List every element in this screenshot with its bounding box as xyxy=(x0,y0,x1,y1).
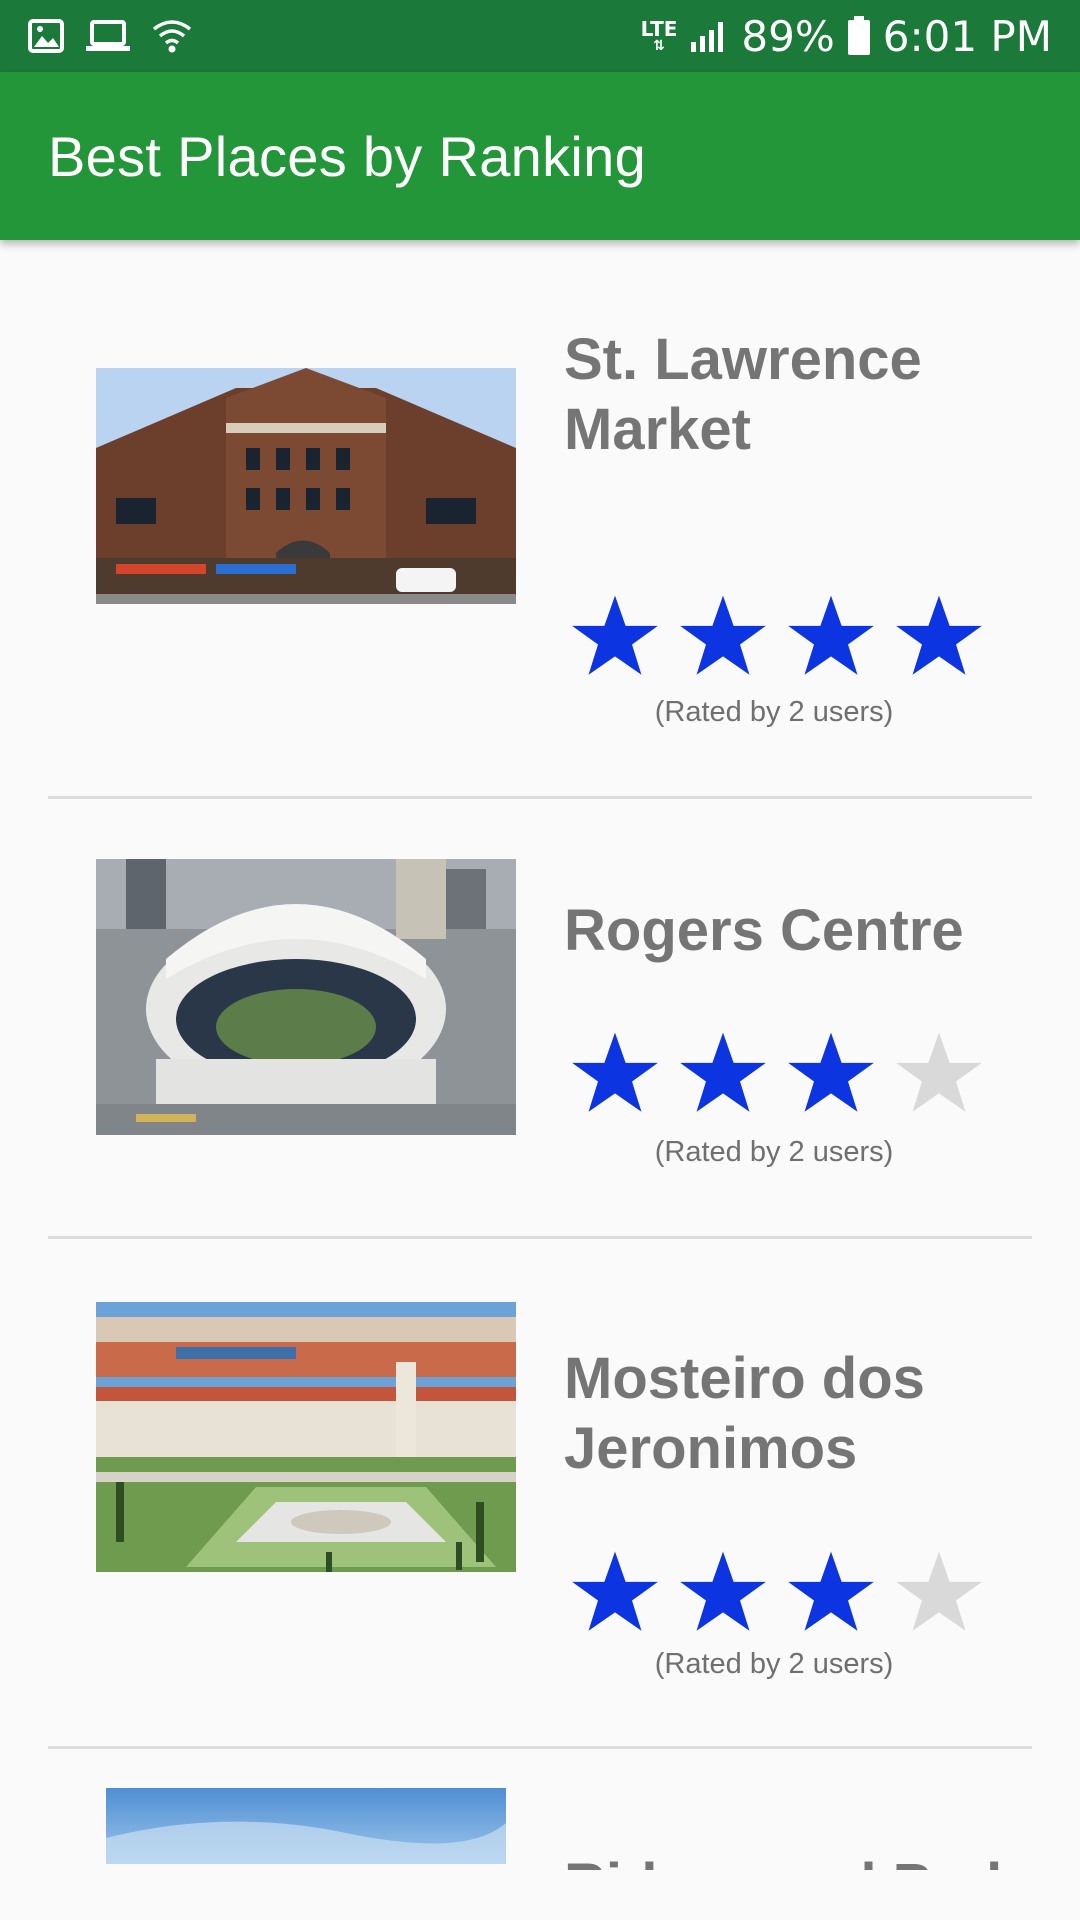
place-photo xyxy=(96,1302,516,1572)
status-bar: LTE ⇅ 89% 6:01 PM xyxy=(0,0,1080,72)
place-name: Ridgewood Park xyxy=(564,1850,1044,1870)
star-filled-icon[interactable] xyxy=(678,1029,768,1119)
laptop-icon xyxy=(86,20,130,51)
star-rating[interactable] xyxy=(570,1548,984,1638)
divider xyxy=(48,796,1032,799)
image-icon xyxy=(28,19,64,53)
place-name: Mosteiro dos Jeronimos xyxy=(564,1346,925,1481)
place-photo xyxy=(96,859,516,1135)
list-item[interactable]: St. Lawrence Market (Rated by 2 users) xyxy=(0,240,1080,800)
places-list[interactable]: St. Lawrence Market (Rated by 2 users) R xyxy=(0,240,1080,1870)
star-empty-icon[interactable] xyxy=(894,1548,984,1638)
divider xyxy=(48,1746,1032,1749)
list-item[interactable]: Mosteiro dos Jeronimos (Rated by 2 users… xyxy=(0,1240,1080,1750)
star-filled-icon[interactable] xyxy=(786,592,876,682)
star-filled-icon[interactable] xyxy=(570,1548,660,1638)
wifi-icon xyxy=(152,20,192,53)
list-item[interactable]: Ridgewood Park xyxy=(0,1750,1080,1870)
place-name: Rogers Centre xyxy=(564,898,964,963)
battery-icon xyxy=(847,16,870,55)
star-filled-icon[interactable] xyxy=(678,592,768,682)
star-rating[interactable] xyxy=(570,1029,984,1119)
place-name: St. Lawrence Market xyxy=(564,327,922,462)
star-empty-icon[interactable] xyxy=(894,1029,984,1119)
star-filled-icon[interactable] xyxy=(678,1548,768,1638)
list-item[interactable]: Rogers Centre (Rated by 2 users) xyxy=(0,800,1080,1240)
network-type: LTE ⇅ xyxy=(640,17,678,54)
status-notification-icons xyxy=(28,19,192,53)
rating-count: (Rated by 2 users) xyxy=(654,696,894,728)
star-filled-icon[interactable] xyxy=(786,1548,876,1638)
star-filled-icon[interactable] xyxy=(786,1029,876,1119)
star-rating[interactable] xyxy=(570,592,984,682)
status-system-icons: LTE ⇅ 89% 6:01 PM xyxy=(641,12,1052,61)
app-bar: Best Places by Ranking xyxy=(0,72,1080,240)
page-title: Best Places by Ranking xyxy=(48,124,647,188)
place-photo xyxy=(106,1788,506,1864)
rating-count: (Rated by 2 users) xyxy=(654,1136,894,1168)
place-photo xyxy=(96,368,516,604)
battery-percent: 89% xyxy=(741,11,835,61)
divider xyxy=(48,1236,1032,1239)
rating-count: (Rated by 2 users) xyxy=(654,1648,894,1680)
star-filled-icon[interactable] xyxy=(570,1029,660,1119)
star-filled-icon[interactable] xyxy=(570,592,660,682)
clock: 6:01 PM xyxy=(882,11,1052,61)
star-filled-icon[interactable] xyxy=(894,592,984,682)
signal-icon xyxy=(691,22,724,52)
